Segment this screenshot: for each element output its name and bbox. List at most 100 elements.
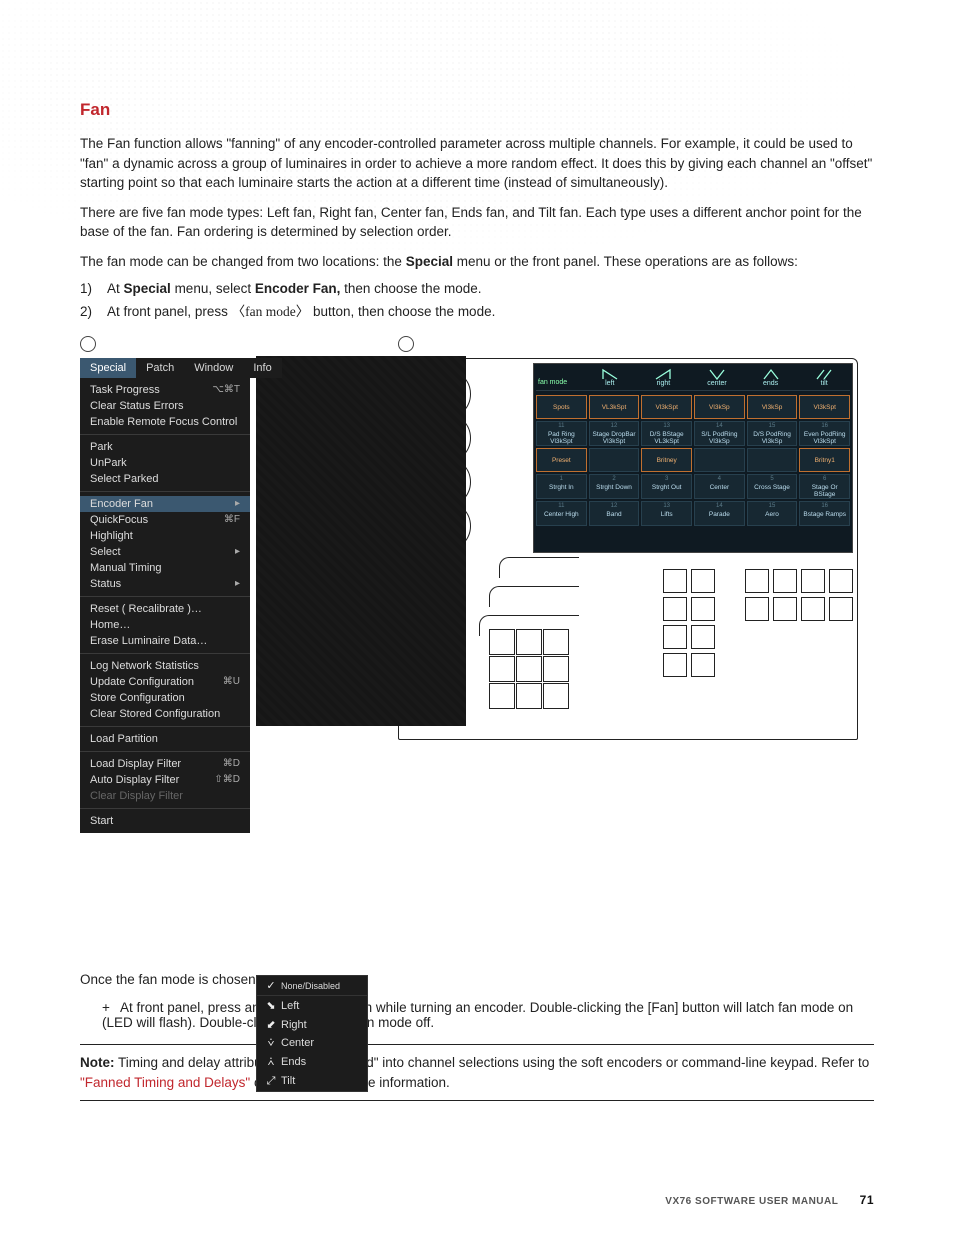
submenu-item-ends[interactable]: ⩑Ends [257, 1053, 367, 1072]
palette-cell[interactable] [589, 448, 640, 472]
panel-button[interactable] [773, 569, 797, 593]
palette-cell[interactable]: 13D/S BStage VL3kSpt [641, 421, 692, 446]
menu-item-park[interactable]: Park [80, 439, 250, 455]
palette-cell[interactable]: Vl3kSp [694, 395, 745, 419]
menu-item-log-net[interactable]: Log Network Statistics [80, 658, 250, 674]
panel-button[interactable] [829, 569, 853, 593]
menu-item-load-partition[interactable]: Load Partition [80, 731, 250, 747]
palette-cell[interactable]: 13Lifts [641, 501, 692, 526]
panel-button[interactable] [543, 629, 569, 655]
palette-cell[interactable]: 11Pad Ring Vl3kSpt [536, 421, 587, 446]
menu-item-auto-filter[interactable]: Auto Display Filter⇧⌘D [80, 772, 250, 788]
menu-item-task-progress[interactable]: Task Progress⌥⌘T [80, 382, 250, 398]
palette-cell[interactable] [747, 448, 798, 472]
palette-cell[interactable]: 14S/L PodRing Vl3kSp [694, 421, 745, 446]
menu-item-clear-status[interactable]: Clear Status Errors [80, 398, 250, 414]
menu-item-select[interactable]: Select▸ [80, 544, 250, 560]
panel-button[interactable] [829, 597, 853, 621]
palette-cell[interactable]: 3Strght Out [641, 474, 692, 499]
palette-cell[interactable]: 14Parade [694, 501, 745, 526]
palette-cell[interactable]: 6Stage Or BStage [799, 474, 850, 499]
palette-cell[interactable]: 15D/S PodRing Vl3kSp [747, 421, 798, 446]
panel-button[interactable] [543, 656, 569, 682]
menu-item-load-filter[interactable]: Load Display Filter⌘D [80, 756, 250, 772]
palette-cell[interactable]: Britney [641, 448, 692, 472]
fan-right-icon [654, 368, 672, 380]
menu-item-status[interactable]: Status▸ [80, 576, 250, 592]
submenu-item-left[interactable]: ⬊Left [257, 996, 367, 1015]
palette-cell[interactable]: 16Even PodRing Vl3kSpt [799, 421, 850, 446]
submenu-item-none[interactable]: ✓None/Disabled [257, 976, 367, 995]
fan-mode-center[interactable]: center [691, 366, 743, 388]
panel-button[interactable] [745, 569, 769, 593]
palette-cell[interactable]: VL3kSpt [589, 395, 640, 419]
note-link[interactable]: "Fanned Timing and Delays" [80, 1075, 250, 1090]
panel-button[interactable] [489, 656, 515, 682]
panel-button[interactable] [691, 597, 715, 621]
panel-button[interactable] [801, 597, 825, 621]
panel-button[interactable] [663, 653, 687, 677]
palette-cell[interactable]: Britny1 [799, 448, 850, 472]
menu-item-select-parked[interactable]: Select Parked [80, 471, 250, 487]
fan-mode-left[interactable]: left [584, 366, 636, 388]
panel-button[interactable] [489, 629, 515, 655]
submenu-item-right[interactable]: ⬋Right [257, 1015, 367, 1034]
menu-item-clear-cfg[interactable]: Clear Stored Configuration [80, 706, 250, 722]
menu-item-update-cfg[interactable]: Update Configuration⌘U [80, 674, 250, 690]
panel-button[interactable] [691, 569, 715, 593]
panel-button[interactable] [663, 569, 687, 593]
palette-cell[interactable]: Spots [536, 395, 587, 419]
menu-item-reset[interactable]: Reset ( Recalibrate )… [80, 601, 250, 617]
menu-item-erase[interactable]: Erase Luminaire Data… [80, 633, 250, 649]
fan-left-icon: ⬊ [265, 999, 277, 1012]
palette-cell[interactable]: 15Aero [747, 501, 798, 526]
panel-button[interactable] [691, 625, 715, 649]
palette-cell[interactable]: 5Cross Stage [747, 474, 798, 499]
menu-item-unpark[interactable]: UnPark [80, 455, 250, 471]
panel-button[interactable] [516, 656, 542, 682]
submenu-item-tilt[interactable]: ⤢Tilt [257, 1072, 367, 1091]
palette-cell[interactable]: 4Center [694, 474, 745, 499]
menu-tab-window[interactable]: Window [184, 358, 243, 378]
menu-item-home[interactable]: Home… [80, 617, 250, 633]
panel-button[interactable] [489, 683, 515, 709]
panel-button[interactable] [745, 597, 769, 621]
panel-button[interactable] [663, 625, 687, 649]
panel-button[interactable] [543, 683, 569, 709]
menu-tab-special[interactable]: Special [80, 358, 136, 378]
menu-item-highlight[interactable]: Highlight [80, 528, 250, 544]
menu-item-enable-remote[interactable]: Enable Remote Focus Control [80, 414, 250, 430]
menu-tab-patch[interactable]: Patch [136, 358, 184, 378]
menu-item-store-cfg[interactable]: Store Configuration [80, 690, 250, 706]
submenu-item-center[interactable]: ⩒Center [257, 1034, 367, 1053]
panel-button[interactable] [691, 653, 715, 677]
panel-button[interactable] [773, 597, 797, 621]
palette-cell[interactable]: Vl3kSp [747, 395, 798, 419]
palette-cell[interactable]: 12Stage DropBar Vl3kSpt [589, 421, 640, 446]
palette-cell[interactable]: 12Band [589, 501, 640, 526]
text: menu or the front panel. These operation… [453, 254, 798, 269]
text: button, then choose the mode. [309, 304, 495, 319]
palette-cell[interactable]: 2Strght Down [589, 474, 640, 499]
palette-cell[interactable]: Vl3kSpt [799, 395, 850, 419]
text: then choose the mode. [340, 281, 481, 296]
palette-cell[interactable]: 11Center High [536, 501, 587, 526]
menu-item-manual-timing[interactable]: Manual Timing [80, 560, 250, 576]
menu-item-start[interactable]: Start [80, 813, 250, 829]
palette-cell[interactable]: 1Strght In [536, 474, 587, 499]
panel-button[interactable] [663, 597, 687, 621]
menu-item-encoder-fan[interactable]: Encoder Fan▸ [80, 496, 250, 512]
palette-cell[interactable]: 16Bstage Ramps [799, 501, 850, 526]
menu-tab-info[interactable]: Info [243, 358, 281, 378]
palette-cell[interactable]: Preset [536, 448, 587, 472]
panel-button[interactable] [516, 683, 542, 709]
fan-mode-right[interactable]: right [638, 366, 690, 388]
panel-button[interactable] [801, 569, 825, 593]
figure-front-panel: fan mode left right center ends tilt Spo… [398, 336, 858, 740]
fan-mode-tilt[interactable]: tilt [798, 366, 850, 388]
fan-mode-ends[interactable]: ends [745, 366, 797, 388]
palette-cell[interactable] [694, 448, 745, 472]
palette-cell[interactable]: Vl3kSpt [641, 395, 692, 419]
menu-item-quickfocus[interactable]: QuickFocus⌘F [80, 512, 250, 528]
panel-button[interactable] [516, 629, 542, 655]
